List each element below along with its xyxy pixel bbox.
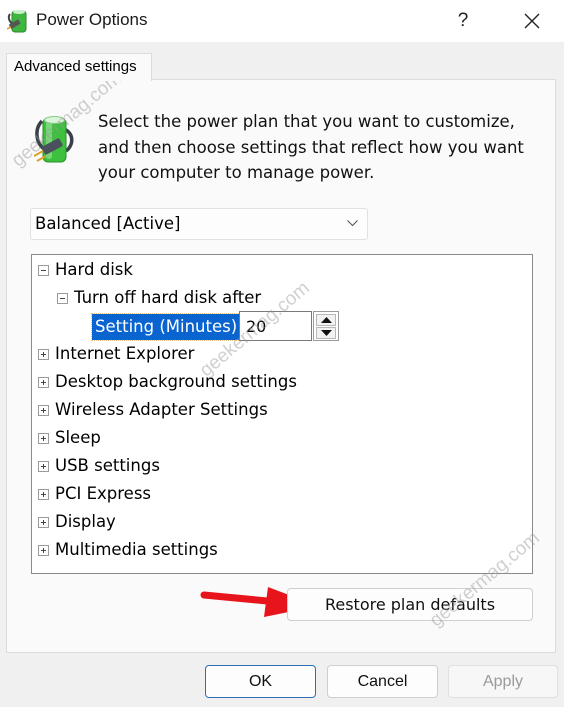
title-bar: Power Options ?	[0, 0, 564, 42]
power-plan-dropdown[interactable]: Balanced [Active]	[30, 208, 368, 240]
cancel-button[interactable]: Cancel	[327, 665, 438, 698]
window-title: Power Options	[36, 10, 148, 29]
tree-item-label: PCI Express	[55, 484, 152, 503]
help-button[interactable]: ?	[448, 6, 478, 36]
tree-item-hard-disk[interactable]: Hard disk	[38, 258, 133, 282]
expand-icon[interactable]	[38, 433, 49, 444]
tree-item-label: Multimedia settings	[55, 540, 218, 559]
expand-icon[interactable]	[38, 377, 49, 388]
minutes-spinner[interactable]	[313, 311, 339, 341]
close-icon	[524, 13, 540, 29]
close-button[interactable]	[512, 4, 552, 38]
tree-item-usb-settings[interactable]: USB settings	[38, 454, 160, 478]
tree-item-label: Turn off hard disk after	[74, 288, 262, 307]
ok-button[interactable]: OK	[205, 665, 316, 698]
expand-icon[interactable]	[38, 545, 49, 556]
chevron-down-icon	[347, 220, 358, 227]
setting-minutes-label[interactable]: Setting (Minutes):	[91, 313, 247, 341]
power-plan-selected-value: Balanced [Active]	[35, 214, 181, 233]
expand-icon[interactable]	[38, 461, 49, 472]
triangle-down-icon	[321, 330, 332, 336]
apply-button[interactable]: Apply	[448, 665, 558, 698]
spin-down-button[interactable]	[316, 327, 336, 339]
triangle-up-icon	[321, 317, 332, 323]
power-plan-icon	[34, 116, 74, 163]
description-text: Select the power plan that you want to c…	[98, 112, 524, 182]
tree-item-label: Hard disk	[55, 260, 133, 279]
tree-item-label: Internet Explorer	[55, 344, 195, 363]
tree-item-pci-express[interactable]: PCI Express	[38, 482, 151, 506]
tree-item-multimedia-settings[interactable]: Multimedia settings	[38, 538, 218, 562]
collapse-icon[interactable]	[38, 265, 49, 276]
restore-plan-defaults-button[interactable]: Restore plan defaults	[287, 588, 533, 621]
power-plug-battery-icon	[7, 10, 27, 33]
tree-item-sleep[interactable]: Sleep	[38, 426, 101, 450]
tree-item-label: Desktop background settings	[55, 372, 297, 391]
expand-icon[interactable]	[38, 489, 49, 500]
expand-icon[interactable]	[38, 349, 49, 360]
tree-item-desktop-background-settings[interactable]: Desktop background settings	[38, 370, 297, 394]
tab-advanced-settings[interactable]: Advanced settings	[6, 53, 152, 81]
expand-icon[interactable]	[38, 517, 49, 528]
tree-item-label: Wireless Adapter Settings	[55, 400, 268, 419]
spin-up-button[interactable]	[316, 314, 336, 326]
tree-item-wireless-adapter-settings[interactable]: Wireless Adapter Settings	[38, 398, 268, 422]
collapse-icon[interactable]	[57, 293, 68, 304]
tree-item-display[interactable]: Display	[38, 510, 116, 534]
tree-item-turn-off-hard-disk-after[interactable]: Turn off hard disk after	[57, 286, 261, 310]
expand-icon[interactable]	[38, 405, 49, 416]
tree-item-internet-explorer[interactable]: Internet Explorer	[38, 342, 194, 366]
tree-item-label: Sleep	[55, 428, 101, 447]
tree-item-label: Display	[55, 512, 116, 531]
minutes-input[interactable]: 20	[239, 311, 312, 341]
tree-item-label: USB settings	[55, 456, 160, 475]
